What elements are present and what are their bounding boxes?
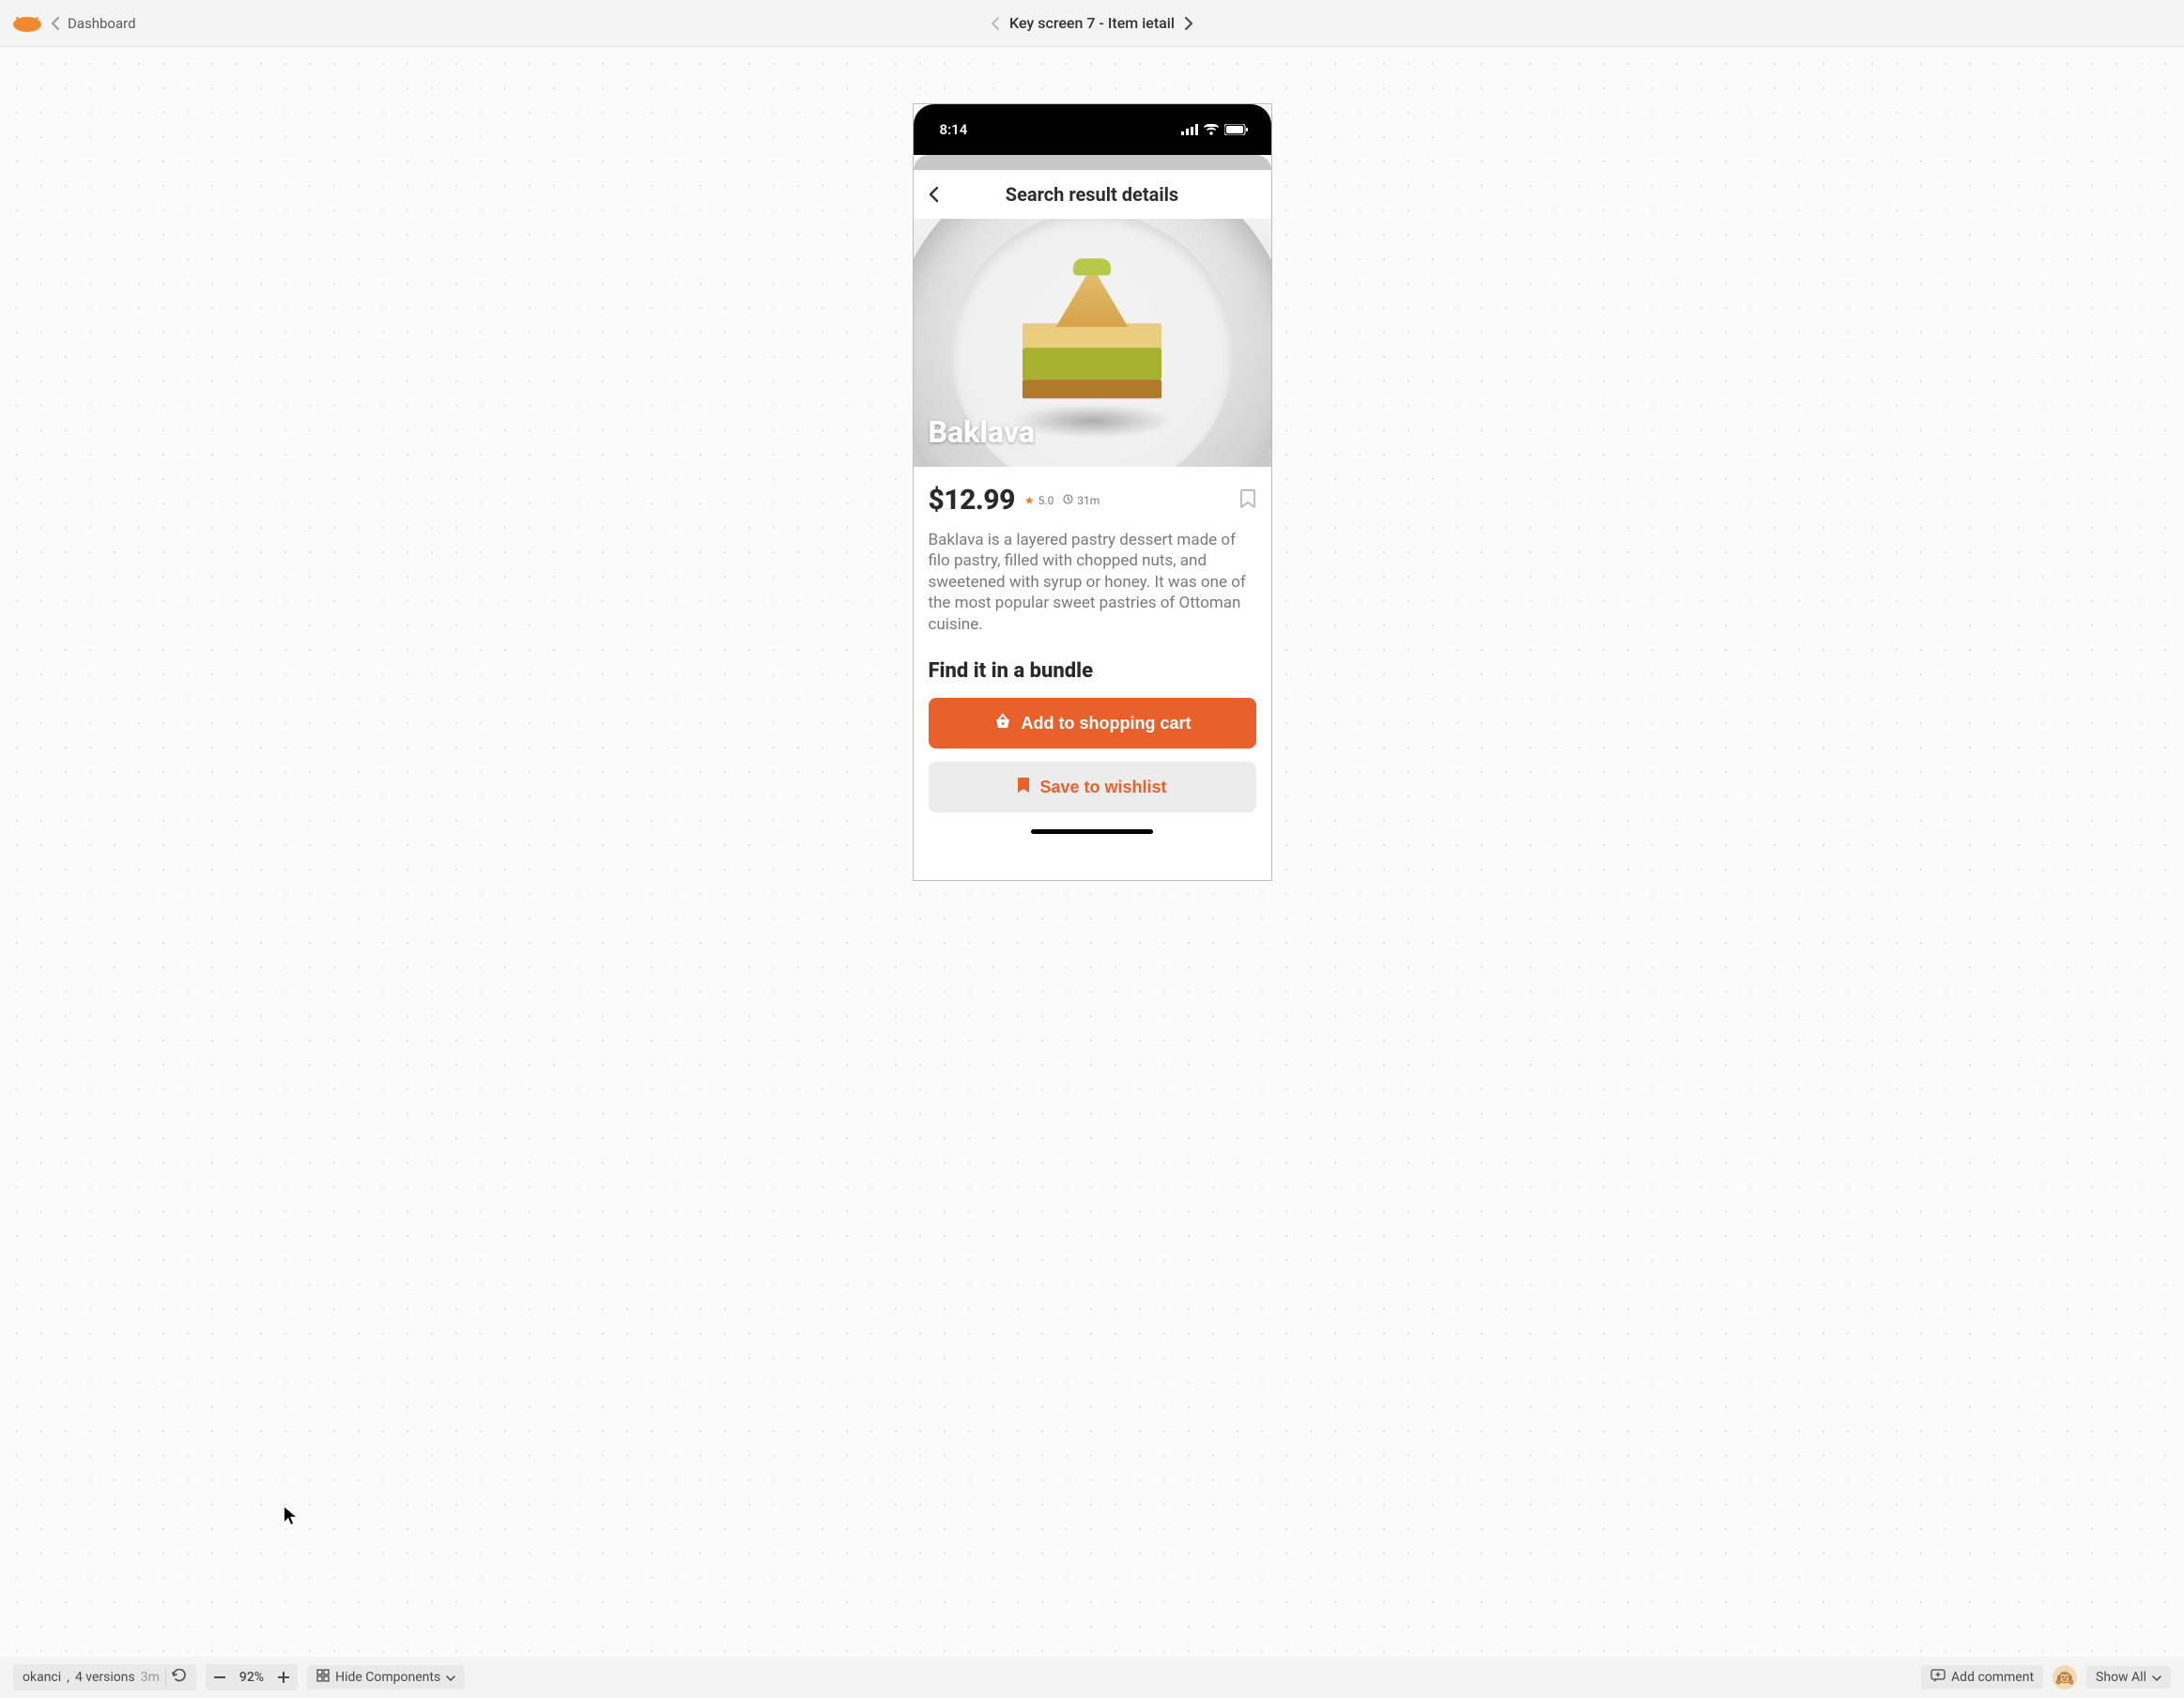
zoom-control: 92% xyxy=(206,1664,298,1690)
prev-page-button[interactable] xyxy=(991,17,1000,30)
bottom-toolbar: okanci, 4 versions 3m 92% Hide Component… xyxy=(0,1657,2184,1698)
basket-icon xyxy=(993,713,1012,734)
chevron-down-icon xyxy=(446,1670,455,1685)
show-all-button[interactable]: Show All xyxy=(2086,1666,2171,1689)
hide-components-label: Hide Components xyxy=(335,1670,440,1685)
hide-components-button[interactable]: Hide Components xyxy=(307,1665,465,1690)
hero-title: Baklava xyxy=(929,414,1036,450)
add-comment-button[interactable]: Add comment xyxy=(1921,1665,2043,1690)
add-to-cart-label: Add to shopping cart xyxy=(1022,714,1192,733)
avatar[interactable]: 🙉 xyxy=(2053,1665,2077,1690)
phone-status-bar: 8:14 xyxy=(914,104,1271,155)
history-icon[interactable] xyxy=(172,1669,187,1686)
page-nav: Key screen 7 - Item ietail xyxy=(991,14,1193,32)
avatar-emoji: 🙉 xyxy=(2055,1669,2074,1687)
clock-icon xyxy=(1063,494,1073,507)
bookmark-button[interactable] xyxy=(1239,488,1256,513)
comment-icon xyxy=(1930,1669,1946,1686)
version-user: okanci xyxy=(23,1670,61,1685)
prep-time: 31m xyxy=(1077,494,1100,507)
chevron-down-icon xyxy=(2152,1670,2161,1685)
design-canvas[interactable]: 8:14 Search result details xyxy=(0,47,2184,1698)
star-icon: ★ xyxy=(1024,494,1035,507)
phone-time: 8:14 xyxy=(940,121,968,138)
page-title[interactable]: Key screen 7 - Item ietail xyxy=(1009,14,1175,32)
app-header-title: Search result details xyxy=(929,183,1256,206)
phone-artboard[interactable]: 8:14 Search result details xyxy=(913,103,1272,881)
app-logo[interactable] xyxy=(11,12,43,35)
version-age: 3m xyxy=(141,1670,160,1685)
hero-image: Baklava xyxy=(914,219,1271,467)
rating-value: 5.0 xyxy=(1038,494,1054,507)
breadcrumb[interactable]: Dashboard xyxy=(11,12,136,35)
phone-sheet-handle xyxy=(914,155,1271,170)
save-wishlist-label: Save to wishlist xyxy=(1039,778,1166,797)
item-details: $12.99 ★ 5.0 31m Baklava is a layered pa… xyxy=(914,467,1271,683)
zoom-out-button[interactable] xyxy=(206,1664,234,1690)
version-count: 4 versions xyxy=(75,1670,135,1685)
components-icon xyxy=(316,1669,330,1686)
show-all-label: Show All xyxy=(2096,1670,2146,1685)
cta-row: Add to shopping cart Save to wishlist xyxy=(914,683,1271,827)
add-to-cart-button[interactable]: Add to shopping cart xyxy=(929,698,1256,749)
cellular-icon xyxy=(1181,124,1198,135)
zoom-in-button[interactable] xyxy=(269,1664,298,1690)
zoom-level[interactable]: 92% xyxy=(234,1670,269,1685)
next-page-button[interactable] xyxy=(1184,17,1193,30)
breadcrumb-label[interactable]: Dashboard xyxy=(68,15,136,32)
add-comment-label: Add comment xyxy=(1951,1670,2034,1685)
app-header: Search result details xyxy=(914,170,1271,219)
battery-icon xyxy=(1224,124,1249,135)
topbar: Dashboard Key screen 7 - Item ietail xyxy=(0,0,2184,47)
price: $12.99 xyxy=(929,484,1015,517)
item-description: Baklava is a layered pastry dessert made… xyxy=(929,530,1256,635)
home-indicator xyxy=(1031,829,1153,834)
version-chip[interactable]: okanci, 4 versions 3m xyxy=(13,1664,196,1690)
save-to-wishlist-button[interactable]: Save to wishlist xyxy=(929,762,1256,812)
bundle-heading: Find it in a bundle xyxy=(929,659,1256,683)
chevron-left-icon xyxy=(51,17,60,30)
wifi-icon xyxy=(1204,124,1219,135)
bookmark-filled-icon xyxy=(1017,777,1030,798)
